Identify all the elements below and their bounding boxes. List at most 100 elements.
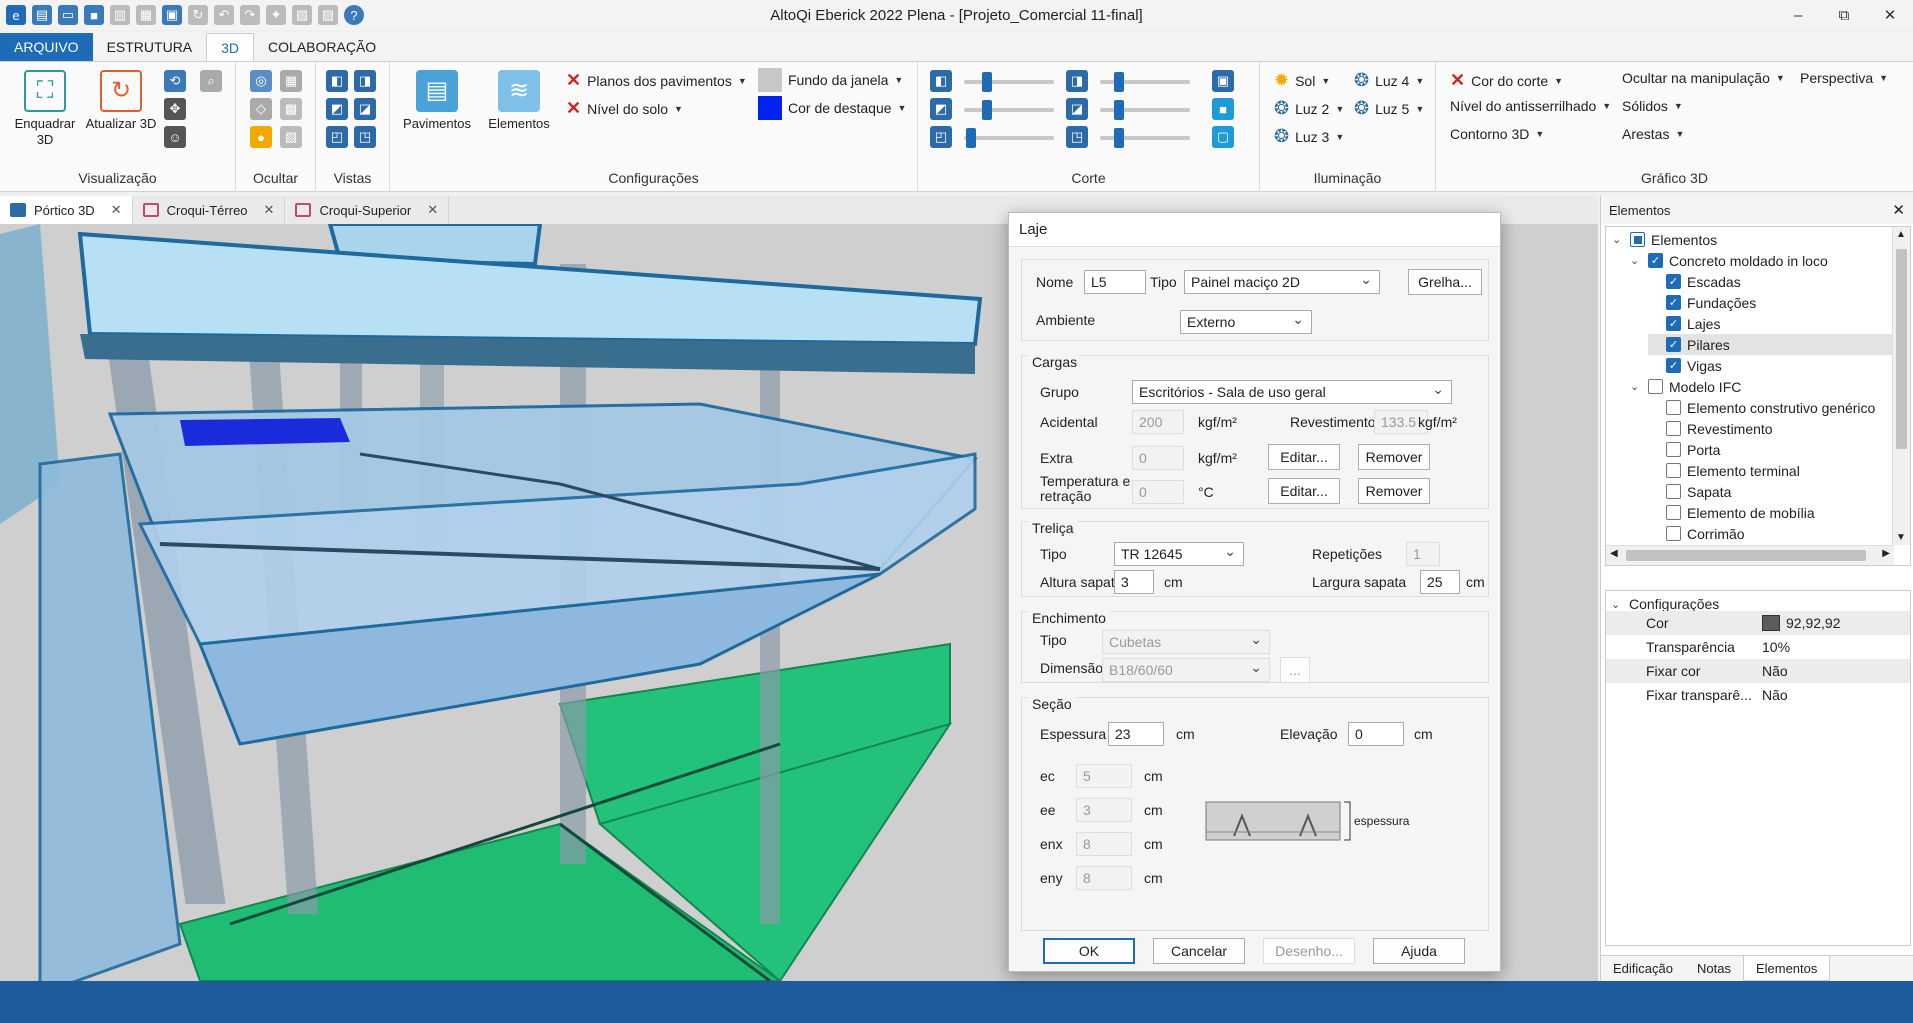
luz4-dropdown[interactable]: ❂ Luz 4 ▼	[1354, 70, 1424, 91]
solidos-dropdown[interactable]: Sólidos ▼	[1622, 98, 1683, 114]
new-file-icon[interactable]: ▤	[32, 5, 52, 25]
tree-horizontal-scrollbar[interactable]: ◀ ▶	[1606, 545, 1894, 565]
property-row[interactable]: Transparência 10%	[1606, 635, 1910, 659]
ocultar-manipulacao-dropdown[interactable]: Ocultar na manipulação ▼	[1622, 70, 1785, 86]
ambiente-select[interactable]: Externo	[1180, 310, 1312, 334]
elements-tree[interactable]: ⌄ Elementos ⌄ ✓ Concreto moldado in loco ✓ Esc…	[1605, 226, 1911, 566]
remover-extra-button[interactable]: Remover	[1358, 444, 1430, 470]
tree-checkbox[interactable]	[1666, 463, 1681, 478]
repeticoes-input[interactable]: 1	[1406, 542, 1440, 566]
cor-corte-dropdown[interactable]: ✕ Cor do corte ▼	[1450, 70, 1563, 91]
tree-checkbox[interactable]: ✓	[1648, 253, 1663, 268]
cut-solid-icon[interactable]: ■	[1212, 98, 1234, 120]
tree-node[interactable]: ✓ Fundações	[1648, 292, 1756, 313]
cut-y2-icon[interactable]: ◪	[1066, 98, 1088, 120]
print-icon[interactable]: ▦	[136, 5, 156, 25]
grid-icon[interactable]: ▨	[318, 5, 338, 25]
property-row[interactable]: Cor 92,92,92	[1606, 611, 1910, 635]
redo-icon[interactable]: ↷	[240, 5, 260, 25]
save-as-icon[interactable]: ▥	[110, 5, 130, 25]
expand-toggle-icon[interactable]: ⌄	[1612, 233, 1624, 246]
tab-arquivo[interactable]: ARQUIVO	[0, 33, 93, 61]
remover-temp-button[interactable]: Remover	[1358, 478, 1430, 504]
tool-icon[interactable]: ✦	[266, 5, 286, 25]
export-icon[interactable]: ▣	[162, 5, 182, 25]
tree-node[interactable]: ✓ Pilares	[1648, 334, 1892, 355]
close-button[interactable]: ✕	[1867, 0, 1913, 30]
doc-tab-croqui-terreo[interactable]: Croqui-Térreo ✕	[133, 196, 286, 224]
altura-sapata-input[interactable]: 3	[1114, 570, 1154, 594]
perspectiva-dropdown[interactable]: Perspectiva ▼	[1800, 70, 1888, 86]
pan-icon[interactable]: ✥	[164, 98, 186, 120]
layers-icon[interactable]: ▧	[292, 5, 312, 25]
close-tab-icon[interactable]: ✕	[427, 202, 438, 218]
tab-edificacao[interactable]: Edificação	[1601, 956, 1685, 981]
scroll-up-icon[interactable]: ▲	[1896, 229, 1906, 240]
tab-estrutura[interactable]: ESTRUTURA	[93, 33, 207, 61]
tree-node[interactable]: Corrimão	[1648, 523, 1745, 544]
cut-z2-slider[interactable]	[1100, 128, 1190, 148]
cut-x2-slider[interactable]	[1100, 72, 1190, 92]
view-left-icon[interactable]: ◩	[326, 98, 348, 120]
property-row[interactable]: Fixar cor Não	[1606, 659, 1910, 683]
tipo-trelica-select[interactable]: TR 12645	[1114, 542, 1244, 566]
atualizar-3d-button[interactable]: ↻ Atualizar 3D	[84, 70, 158, 132]
tree-node[interactable]: ⌄ Elementos	[1612, 229, 1717, 250]
tree-node[interactable]: Elemento terminal	[1648, 460, 1800, 481]
tree-vertical-scrollbar[interactable]: ▲ ▼	[1892, 227, 1910, 545]
tree-checkbox[interactable]	[1666, 484, 1681, 499]
close-tab-icon[interactable]: ✕	[111, 202, 122, 218]
doc-tab-portico-3d[interactable]: Pórtico 3D ✕	[0, 196, 133, 224]
tree-checkbox[interactable]: ✓	[1666, 274, 1681, 289]
view-right-icon[interactable]: ◪	[354, 98, 376, 120]
tree-checkbox[interactable]: ✓	[1666, 316, 1681, 331]
hide-layer-icon[interactable]: ▧	[280, 126, 302, 148]
tree-checkbox[interactable]	[1666, 421, 1681, 436]
grelha-button[interactable]: Grelha...	[1408, 269, 1482, 295]
nome-input[interactable]: L5	[1084, 270, 1146, 294]
ec-input[interactable]: 5	[1076, 764, 1132, 788]
cut-box-icon[interactable]: ▣	[1212, 70, 1234, 92]
ok-button[interactable]: OK	[1043, 938, 1135, 964]
tab-colaboracao[interactable]: COLABORAÇÃO	[254, 33, 390, 61]
tree-checkbox[interactable]	[1666, 526, 1681, 541]
cut-z-slider[interactable]	[964, 128, 1054, 148]
app-logo-icon[interactable]: e	[6, 5, 26, 25]
acidental-input[interactable]: 200	[1132, 410, 1184, 434]
open-folder-icon[interactable]: ▭	[58, 5, 78, 25]
fundo-janela-dropdown[interactable]: Fundo da janela ▼	[758, 68, 903, 92]
tab-3d[interactable]: 3D	[206, 33, 255, 61]
hide-grid-icon[interactable]: ▦	[280, 70, 302, 92]
ajuda-button[interactable]: Ajuda	[1373, 938, 1465, 964]
cut-x-icon[interactable]: ◧	[930, 70, 952, 92]
hide-lamp-icon[interactable]: ◎	[250, 70, 272, 92]
property-row[interactable]: Fixar transparê... Não	[1606, 683, 1910, 707]
planos-pavimentos-dropdown[interactable]: ✕ Planos dos pavimentos ▼	[566, 70, 747, 91]
refresh-icon[interactable]: ↻	[188, 5, 208, 25]
scroll-thumb[interactable]	[1626, 550, 1866, 561]
tree-checkbox[interactable]: ✓	[1666, 337, 1681, 352]
close-tab-icon[interactable]: ✕	[264, 202, 275, 218]
luz3-dropdown[interactable]: ❂ Luz 3 ▼	[1274, 126, 1344, 147]
orbit-icon[interactable]: ⟲	[164, 70, 186, 92]
dimensao-select[interactable]: B18/60/60	[1102, 658, 1270, 682]
cut-y-slider[interactable]	[964, 100, 1054, 120]
extra-input[interactable]: 0	[1132, 446, 1184, 470]
tree-node[interactable]: Elemento construtivo genérico	[1648, 397, 1875, 418]
luz5-dropdown[interactable]: ❂ Luz 5 ▼	[1354, 98, 1424, 119]
arestas-dropdown[interactable]: Arestas ▼	[1622, 126, 1684, 142]
cut-clear-icon[interactable]: ▢	[1212, 126, 1234, 148]
doc-tab-croqui-superior[interactable]: Croqui-Superior ✕	[285, 196, 450, 224]
scroll-right-icon[interactable]: ▶	[1882, 548, 1890, 559]
dimensao-browse-button[interactable]: ...	[1280, 657, 1310, 683]
espessura-input[interactable]: 23	[1108, 722, 1164, 746]
tree-checkbox[interactable]	[1648, 379, 1663, 394]
ee-input[interactable]: 3	[1076, 798, 1132, 822]
zoom-icon[interactable]: ⌕	[200, 70, 222, 92]
tree-node[interactable]: Elemento de mobília	[1648, 502, 1815, 523]
tree-node[interactable]: Sapata	[1648, 481, 1731, 502]
tree-checkbox[interactable]	[1666, 442, 1681, 457]
tree-node[interactable]: ⌄ Modelo IFC	[1630, 376, 1741, 397]
tree-node[interactable]: ✓ Lajes	[1648, 313, 1720, 334]
cut-x-slider[interactable]	[964, 72, 1054, 92]
